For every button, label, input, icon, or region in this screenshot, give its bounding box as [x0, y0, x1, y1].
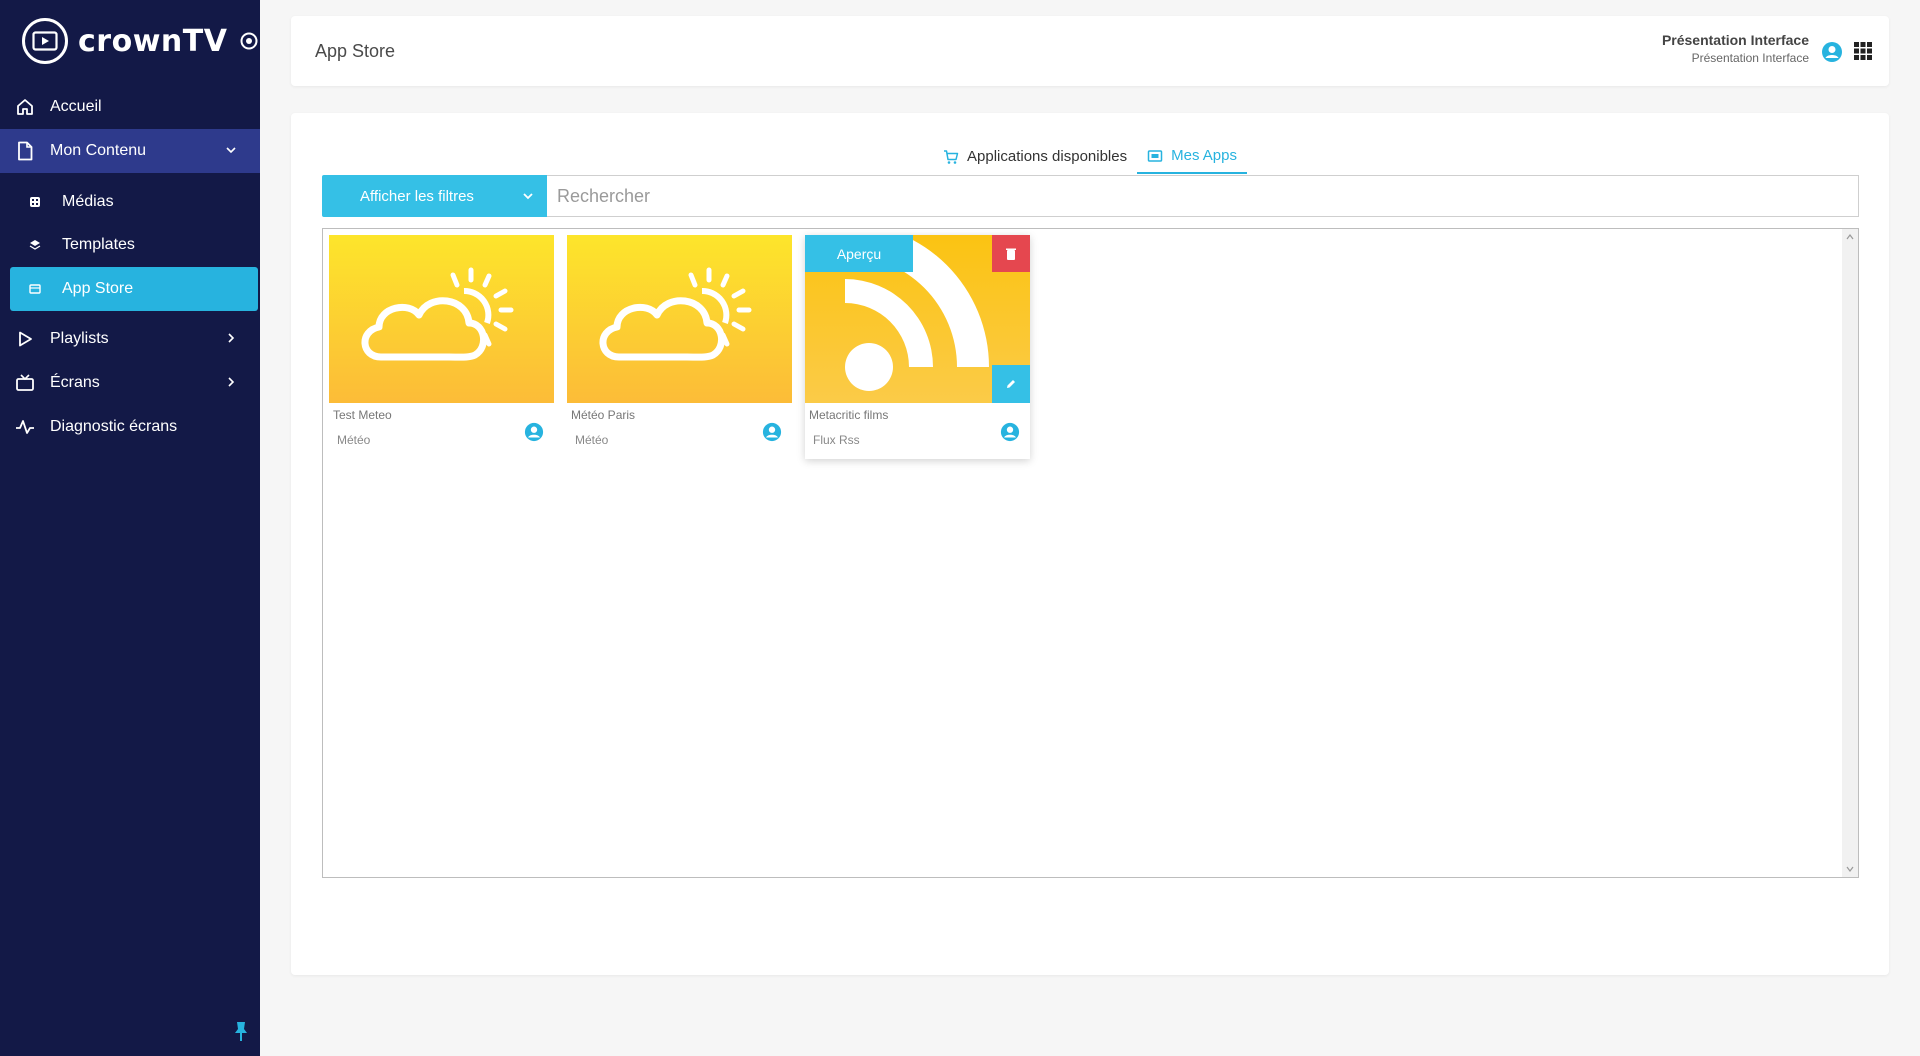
app-category: Météo [337, 433, 371, 447]
sidebar-item-medias[interactable]: Médias [10, 180, 258, 224]
user-icon [762, 422, 782, 442]
sidebar-item-label: Diagnostic écrans [50, 418, 178, 435]
apps-icon [1147, 148, 1163, 164]
pin-icon[interactable] [232, 1020, 250, 1042]
sidebar-item-label: App Store [62, 280, 134, 297]
app-card[interactable]: Test Meteo Météo [329, 235, 554, 459]
apps-grid-icon[interactable] [1853, 41, 1873, 61]
apps-grid: Test Meteo Météo Météo Paris Météo Aperç… [322, 228, 1859, 878]
scroll-down-icon[interactable] [1845, 864, 1855, 874]
scroll-up-icon[interactable] [1845, 232, 1855, 242]
sidebar-item-ecrans[interactable]: Écrans [0, 361, 260, 405]
tab-bar: Applications disponibles Mes Apps [291, 139, 1889, 174]
user-info[interactable]: Présentation Interface Présentation Inte… [1662, 32, 1809, 65]
tab-applications-disponibles[interactable]: Applications disponibles [933, 139, 1137, 174]
user-avatar-icon[interactable] [1821, 41, 1843, 63]
logo-play-icon [22, 18, 68, 64]
app-card[interactable]: Météo Paris Météo [567, 235, 792, 459]
edit-button[interactable] [992, 365, 1030, 403]
layers-icon [28, 238, 42, 252]
user-icon [524, 422, 544, 442]
chevron-down-icon [521, 189, 535, 203]
app-thumbnail: Aperçu [805, 235, 1030, 403]
delete-button[interactable] [992, 235, 1030, 272]
user-name: Présentation Interface [1661, 32, 1809, 48]
app-card[interactable]: Aperçu Metacritic films Flux Rss [805, 235, 1030, 459]
chevron-down-icon [224, 143, 238, 157]
grid-scrollbar[interactable] [1842, 229, 1858, 877]
user-icon [1000, 422, 1020, 442]
trash-icon [1006, 248, 1016, 260]
document-icon [14, 140, 36, 162]
sidebar-item-label: Médias [62, 193, 114, 210]
sidebar-item-label: Accueil [50, 98, 102, 115]
pencil-icon [1007, 380, 1015, 388]
tab-label: Mes Apps [1171, 147, 1237, 164]
brand-logo[interactable]: crownTV [22, 18, 259, 64]
sidebar-item-label: Écrans [50, 374, 100, 391]
sidebar-item-diagnostic[interactable]: Diagnostic écrans [0, 405, 260, 449]
brand-name: crownTV [78, 23, 228, 59]
sidebar: crownTV Accueil Mon Contenu Médias Templ… [0, 0, 260, 1056]
main-panel: Applications disponibles Mes Apps Affich… [291, 113, 1889, 975]
pulse-icon [14, 416, 36, 438]
sidebar-item-accueil[interactable]: Accueil [0, 85, 260, 129]
cart-icon [943, 149, 959, 165]
search-input[interactable] [547, 175, 1859, 217]
home-icon [14, 96, 36, 118]
play-icon [14, 328, 36, 350]
weather-icon [599, 267, 752, 361]
top-header: App Store Présentation Interface Présent… [291, 16, 1889, 86]
show-filters-button[interactable]: Afficher les filtres [322, 175, 547, 217]
app-category: Météo [575, 433, 609, 447]
show-filters-label: Afficher les filtres [360, 187, 474, 205]
sidebar-item-templates[interactable]: Templates [10, 223, 258, 267]
preview-button[interactable]: Aperçu [805, 235, 913, 272]
tv-icon [14, 372, 36, 394]
sidebar-item-app-store[interactable]: App Store [10, 267, 258, 311]
chevron-right-icon [224, 375, 238, 389]
app-name: Test Meteo [333, 408, 392, 422]
app-thumbnail [567, 235, 792, 403]
store-icon [28, 282, 42, 296]
user-subtitle: Présentation Interface [1691, 51, 1809, 65]
page-title: App Store [315, 41, 396, 61]
settings-icon[interactable] [239, 31, 259, 51]
app-category: Flux Rss [813, 433, 860, 447]
tab-label: Applications disponibles [967, 148, 1128, 165]
media-icon [28, 195, 42, 209]
sidebar-item-mon-contenu[interactable]: Mon Contenu [0, 129, 260, 173]
chevron-right-icon [224, 331, 238, 345]
sidebar-item-label: Mon Contenu [50, 142, 147, 159]
app-name: Metacritic films [809, 408, 889, 422]
tab-mes-apps[interactable]: Mes Apps [1137, 139, 1247, 174]
weather-icon [361, 267, 514, 361]
sidebar-item-playlists[interactable]: Playlists [0, 317, 260, 361]
sidebar-item-label: Playlists [50, 330, 109, 347]
app-name: Météo Paris [571, 408, 636, 422]
app-thumbnail [329, 235, 554, 403]
sidebar-item-label: Templates [62, 236, 135, 253]
